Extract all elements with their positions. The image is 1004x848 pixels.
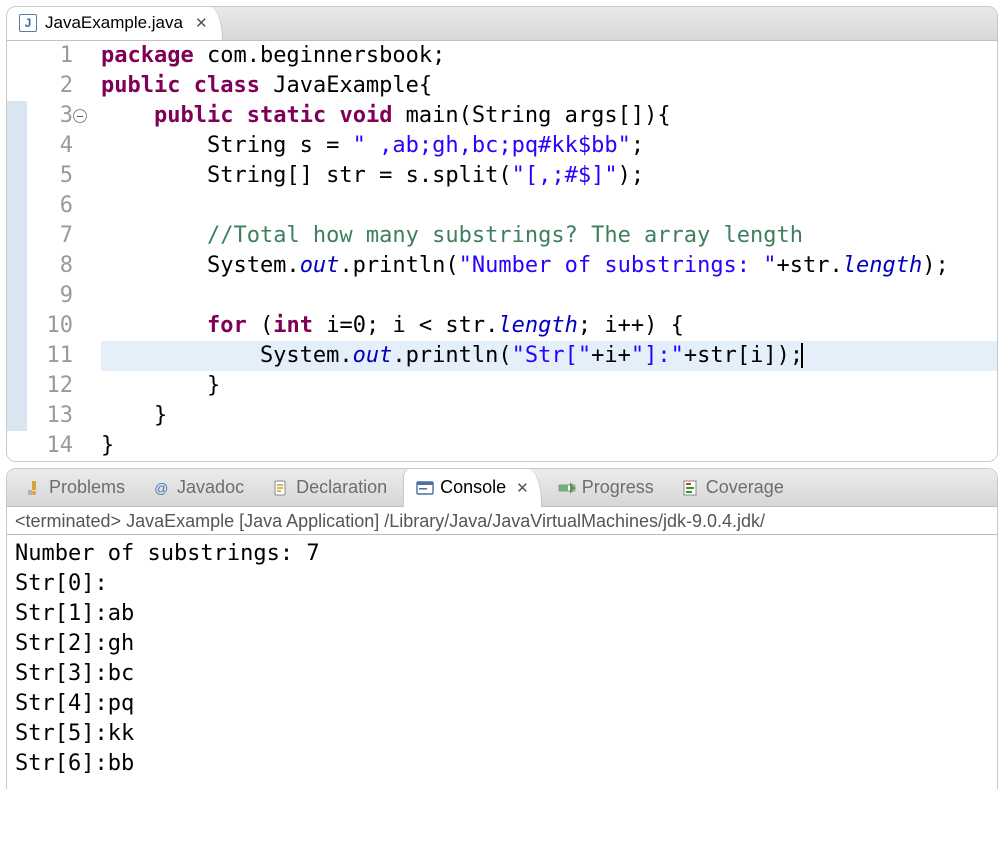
code-line[interactable]: //Total how many substrings? The array l… (101, 221, 997, 251)
fold-marker (7, 371, 27, 401)
tab-label: Coverage (706, 477, 784, 498)
fold-marker (7, 341, 27, 371)
close-icon[interactable]: ✕ (512, 479, 529, 497)
java-file-icon: J (19, 14, 37, 32)
fold-marker (7, 431, 27, 461)
svg-text:@: @ (154, 480, 168, 496)
line-number: 6 (27, 191, 73, 221)
javadoc-icon: @ (153, 479, 171, 497)
code-line[interactable]: String s = " ,ab;gh,bc;pq#kk$bb"; (101, 131, 997, 161)
line-number: 1 (27, 41, 73, 71)
tab-label: Console (440, 477, 506, 498)
console-line: Str[3]:bc (15, 659, 989, 689)
tab-label: Progress (582, 477, 654, 498)
line-number-gutter: 1234567891011121314 (27, 41, 79, 461)
fold-marker-column (7, 41, 27, 461)
console-line: Str[6]:bb (15, 749, 989, 779)
fold-marker (7, 191, 27, 221)
fold-marker (7, 101, 27, 131)
line-number: 14 (27, 431, 73, 461)
console-line: Str[4]:pq (15, 689, 989, 719)
progress-icon (558, 479, 576, 497)
fold-marker (7, 71, 27, 101)
line-number: 9 (27, 281, 73, 311)
fold-marker (7, 281, 27, 311)
close-icon[interactable]: ✕ (191, 14, 208, 32)
code-line[interactable]: public static void main(String args[]){ (101, 101, 997, 131)
code-line[interactable]: public class JavaExample{ (101, 71, 997, 101)
line-number: 10 (27, 311, 73, 341)
editor-panel: J JavaExample.java ✕ 1234567891011121314… (6, 6, 998, 462)
tab-declaration[interactable]: Declaration (260, 469, 399, 507)
code-line[interactable]: package com.beginnersbook; (101, 41, 997, 71)
console-status: <terminated> JavaExample [Java Applicati… (7, 507, 997, 535)
code-line[interactable]: String[] str = s.split("[,;#$]"); (101, 161, 997, 191)
line-number: 2 (27, 71, 73, 101)
console-line: Str[2]:gh (15, 629, 989, 659)
code-line[interactable]: } (101, 401, 997, 431)
problems-icon (25, 479, 43, 497)
text-cursor (801, 343, 803, 368)
code-line[interactable] (101, 191, 997, 221)
code-area[interactable]: package com.beginnersbook;public class J… (79, 41, 997, 461)
line-number: 5 (27, 161, 73, 191)
editor-tab-label: JavaExample.java (45, 13, 183, 33)
console-line: Number of substrings: 7 (15, 539, 989, 569)
code-line[interactable]: } (101, 431, 997, 461)
console-line: Str[5]:kk (15, 719, 989, 749)
coverage-icon (682, 479, 700, 497)
tab-javadoc[interactable]: @ Javadoc (141, 469, 256, 507)
editor-tab-strip: J JavaExample.java ✕ (7, 7, 997, 41)
line-number: 11 (27, 341, 73, 371)
code-line[interactable]: for (int i=0; i < str.length; i++) { (101, 311, 997, 341)
fold-marker (7, 131, 27, 161)
line-number: 3 (27, 101, 73, 131)
views-panel: Problems @ Javadoc Declaration Console ✕ Progr… (6, 468, 998, 789)
code-line[interactable]: } (101, 371, 997, 401)
console-line: Str[1]:ab (15, 599, 989, 629)
code-line[interactable]: System.out.println("Number of substrings… (101, 251, 997, 281)
tab-label: Declaration (296, 477, 387, 498)
fold-marker (7, 401, 27, 431)
console-icon (416, 479, 434, 497)
code-line[interactable]: System.out.println("Str["+i+"]:"+str[i])… (101, 341, 997, 371)
views-tab-strip: Problems @ Javadoc Declaration Console ✕ Progr… (7, 469, 997, 507)
fold-toggle-icon[interactable] (73, 109, 87, 123)
fold-marker (7, 41, 27, 71)
console-output[interactable]: Number of substrings: 7Str[0]:Str[1]:abS… (7, 535, 997, 789)
tab-label: Problems (49, 477, 125, 498)
line-number: 4 (27, 131, 73, 161)
tab-label: Javadoc (177, 477, 244, 498)
code-line[interactable] (101, 281, 997, 311)
fold-marker (7, 221, 27, 251)
line-number: 8 (27, 251, 73, 281)
declaration-icon (272, 479, 290, 497)
console-line: Str[0]: (15, 569, 989, 599)
line-number: 12 (27, 371, 73, 401)
fold-marker (7, 161, 27, 191)
tab-problems[interactable]: Problems (13, 469, 137, 507)
line-number: 13 (27, 401, 73, 431)
fold-marker (7, 311, 27, 341)
fold-marker (7, 251, 27, 281)
tab-progress[interactable]: Progress (546, 469, 666, 507)
line-number: 7 (27, 221, 73, 251)
code-editor[interactable]: 1234567891011121314 package com.beginner… (7, 41, 997, 461)
tab-coverage[interactable]: Coverage (670, 469, 796, 507)
tab-console[interactable]: Console ✕ (403, 469, 542, 507)
editor-tab[interactable]: J JavaExample.java ✕ (7, 6, 223, 40)
